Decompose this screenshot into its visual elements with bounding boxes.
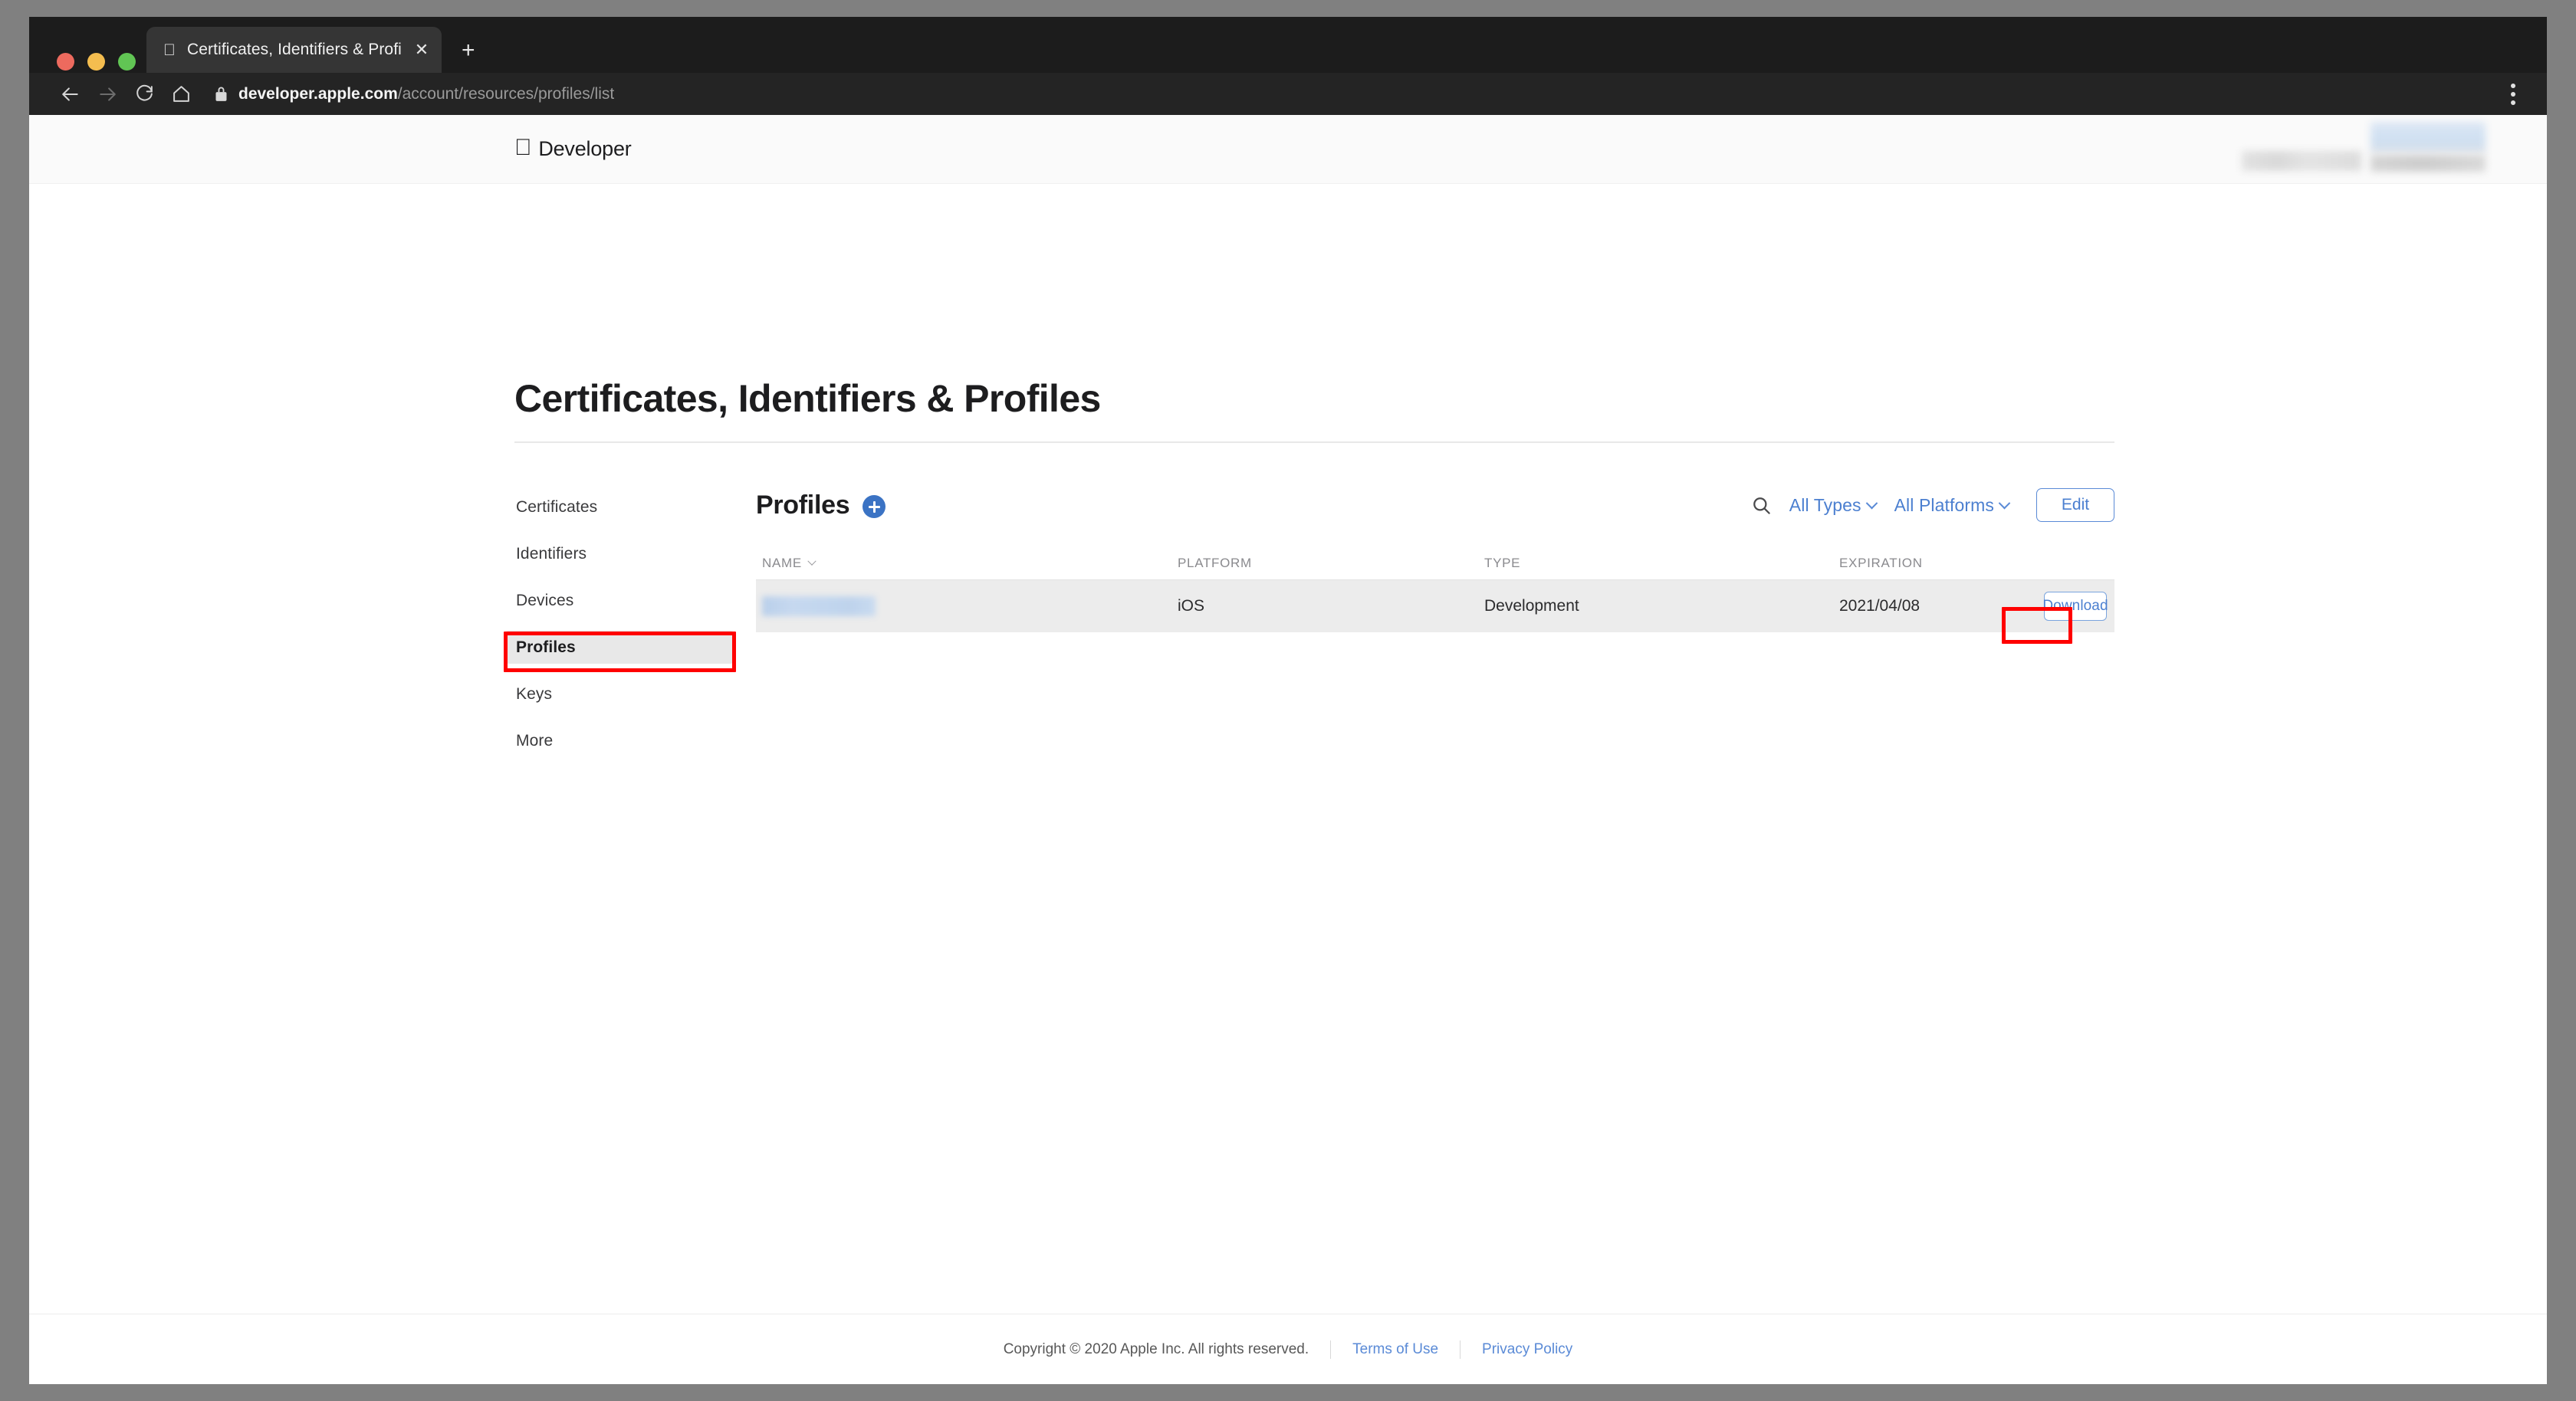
cell-platform: iOS: [1178, 597, 1205, 615]
account-team-redacted: [2371, 122, 2486, 172]
title-divider: [514, 441, 2114, 443]
profiles-table: NAME PLATFORM TYPE EXPIRATION iOS Develo…: [756, 546, 2114, 632]
maximize-window-button[interactable]: [118, 53, 136, 71]
sidebar-item-label: Identifiers: [516, 544, 587, 563]
edit-button[interactable]: Edit: [2036, 488, 2114, 522]
account-team-label-redacted: [2371, 155, 2486, 172]
table-header-row: NAME PLATFORM TYPE EXPIRATION: [756, 546, 2114, 580]
apple-icon: : [162, 41, 177, 58]
page-body: Certificates, Identifiers & Profiles Cer…: [29, 184, 2547, 1384]
cell-expiration: 2021/04/08: [1839, 597, 1921, 615]
site-footer: Copyright © 2020 Apple Inc. All rights r…: [29, 1314, 2547, 1384]
minimize-window-button[interactable]: [87, 53, 105, 71]
close-tab-icon[interactable]: ✕: [412, 41, 431, 58]
browser-address-bar: developer.apple.com/account/resources/pr…: [29, 73, 2547, 115]
sidebar-item-label: More: [516, 731, 554, 750]
sidebar-item-label: Profiles: [516, 638, 576, 656]
forward-arrow-icon[interactable]: [89, 76, 126, 113]
footer-link-terms-of-use[interactable]: Terms of Use: [1352, 1341, 1438, 1358]
cell-type: Development: [1484, 597, 1579, 615]
site-brand[interactable]:  Developer: [514, 136, 632, 161]
download-button[interactable]: Download: [2042, 592, 2108, 621]
sidebar-item-label: Devices: [516, 591, 574, 609]
profiles-panel: Profiles All Types All Platforms Edit NA…: [756, 483, 2114, 632]
panel-header: Profiles All Types All Platforms Edit: [756, 483, 2114, 527]
url-text: developer.apple.com/account/resources/pr…: [238, 85, 614, 103]
sidebar-item-devices[interactable]: Devices: [504, 584, 734, 617]
account-name-redacted: [2242, 151, 2361, 171]
tab-title: Certificates, Identifiers & Profiles: [187, 41, 402, 58]
footer-copyright: Copyright © 2020 Apple Inc. All rights r…: [1003, 1340, 1309, 1357]
window-traffic-lights: [57, 53, 136, 71]
url-input[interactable]: developer.apple.com/account/resources/pr…: [215, 85, 2498, 103]
chevron-down-icon: [1998, 497, 2011, 509]
sidebar-item-identifiers[interactable]: Identifiers: [504, 537, 734, 570]
chevron-down-icon: [1865, 497, 1878, 509]
browser-tab[interactable]:  Certificates, Identifiers & Profiles ✕: [146, 27, 442, 73]
close-window-button[interactable]: [57, 53, 74, 71]
sidebar-item-profiles[interactable]: Profiles: [504, 631, 734, 664]
sidebar-nav: Certificates Identifiers Devices Profile…: [504, 491, 734, 771]
back-arrow-icon[interactable]: [52, 76, 89, 113]
panel-toolbar: All Types All Platforms Edit: [1746, 488, 2114, 522]
brand-label: Developer: [521, 137, 631, 160]
sidebar-item-more[interactable]: More: [504, 724, 734, 757]
account-info-redacted: [2242, 122, 2486, 176]
browser-tab-strip:  Certificates, Identifiers & Profiles ✕…: [29, 17, 2547, 73]
lock-icon: [215, 86, 228, 102]
panel-title: Profiles: [756, 490, 850, 520]
page-title: Certificates, Identifiers & Profiles: [514, 377, 1101, 420]
table-row[interactable]: iOS Development 2021/04/08 Download: [756, 580, 2114, 632]
account-avatar-redacted: [2371, 122, 2486, 153]
sidebar-item-keys[interactable]: Keys: [504, 678, 734, 710]
sidebar-item-label: Keys: [516, 684, 553, 703]
footer-divider: [1330, 1340, 1332, 1359]
column-header-type: TYPE: [1484, 555, 1521, 570]
column-header-platform: PLATFORM: [1178, 555, 1252, 570]
profile-name-redacted: [762, 596, 876, 616]
filter-all-platforms-label: All Platforms: [1894, 494, 1994, 515]
search-icon[interactable]: [1746, 490, 1777, 520]
filter-all-types-label: All Types: [1789, 494, 1861, 515]
sidebar-item-label: Certificates: [516, 497, 598, 516]
site-header:  Developer: [29, 115, 2547, 184]
column-header-expiration: EXPIRATION: [1839, 555, 1923, 570]
reload-icon[interactable]: [126, 76, 163, 113]
footer-link-privacy-policy[interactable]: Privacy Policy: [1482, 1341, 1572, 1358]
url-host: developer.apple.com: [238, 84, 398, 103]
home-icon[interactable]: [163, 76, 199, 113]
cell-actions: Download: [2017, 592, 2114, 621]
add-profile-button[interactable]: [863, 495, 886, 518]
cell-profile-name: [756, 596, 1178, 616]
page-viewport:  Developer Certificates, Identifiers & …: [29, 115, 2547, 1384]
filter-all-platforms[interactable]: All Platforms: [1894, 494, 2011, 516]
apple-logo-icon: : [514, 136, 532, 159]
new-tab-button[interactable]: +: [462, 39, 475, 62]
url-path: /account/resources/profiles/list: [397, 84, 615, 103]
chevron-down-icon: [807, 556, 816, 566]
browser-window:  Certificates, Identifiers & Profiles ✕…: [29, 17, 2547, 1384]
sidebar-item-certificates[interactable]: Certificates: [504, 491, 734, 523]
browser-menu-icon[interactable]: [2498, 77, 2528, 112]
column-header-name[interactable]: NAME: [756, 556, 1178, 571]
filter-all-types[interactable]: All Types: [1789, 494, 1878, 516]
column-header-name-label: NAME: [762, 555, 802, 570]
